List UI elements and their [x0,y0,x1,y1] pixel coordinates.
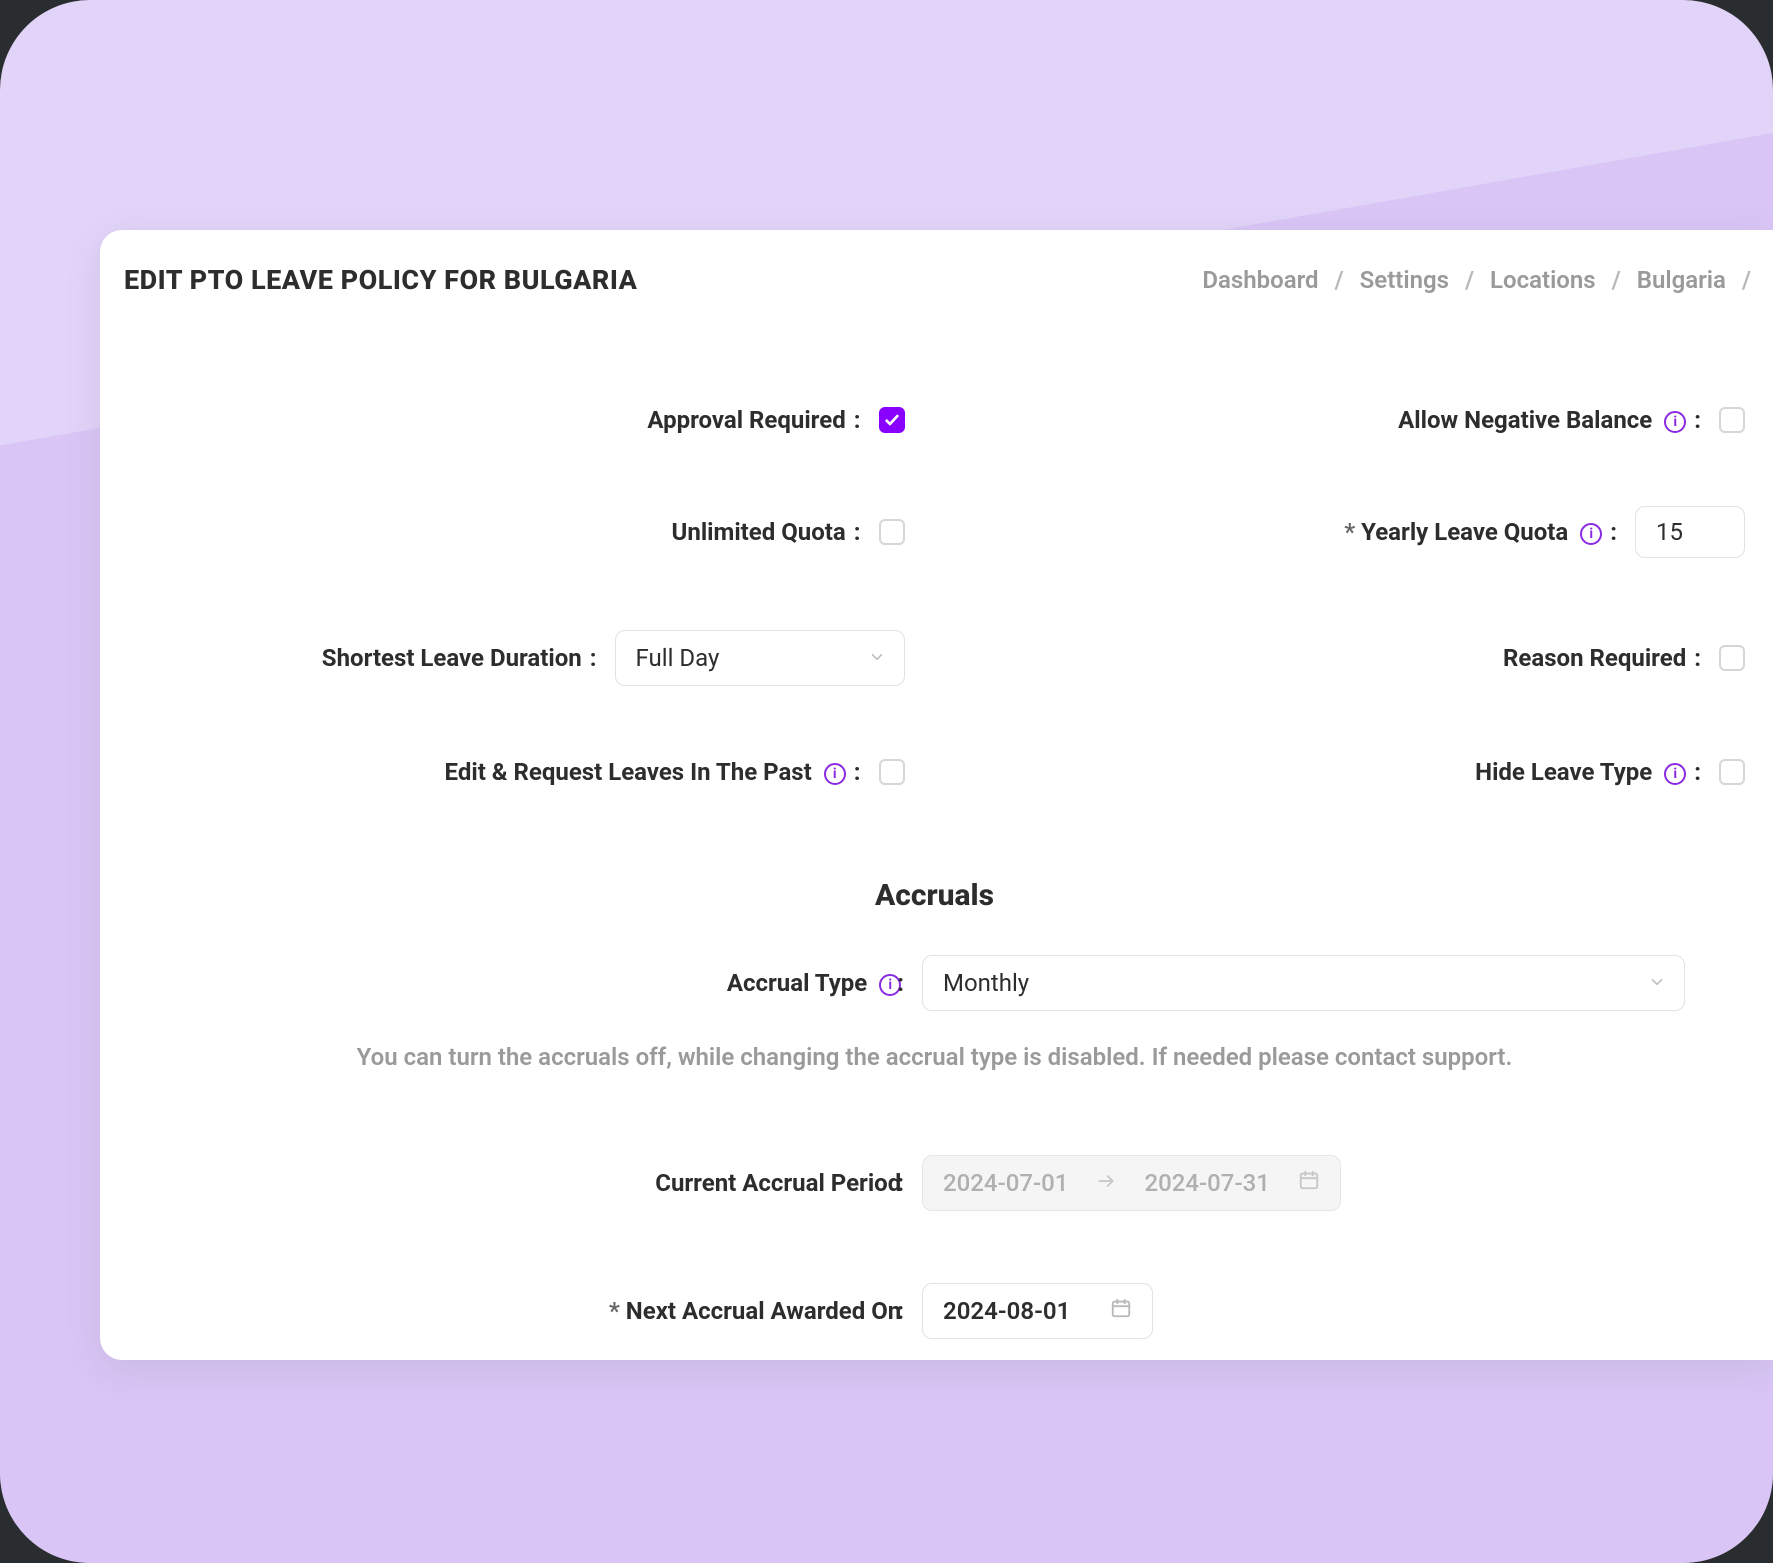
info-icon[interactable]: i [1580,523,1602,545]
policy-card: EDIT PTO LEAVE POLICY FOR BULGARIA Dashb… [100,230,1773,1360]
breadcrumb-item[interactable]: Bulgaria [1637,266,1726,294]
next-accrual-awarded-label: *Next Accrual Awarded On [609,1297,901,1325]
approval-required-label: Approval Required [647,406,845,434]
accrual-type-select[interactable]: Monthly [922,955,1685,1011]
current-accrual-period-range: 2024-07-01 2024-07-31 [922,1155,1341,1211]
allow-negative-balance-checkbox[interactable] [1719,407,1745,433]
accruals-section-title: Accruals [124,878,1745,913]
shortest-leave-duration-select[interactable]: Full Day [615,630,905,686]
breadcrumb-item[interactable]: Settings [1360,266,1449,294]
shortest-leave-duration-label: Shortest Leave Duration [322,644,582,672]
breadcrumb-separator: / [1465,266,1474,294]
breadcrumb-separator: / [1612,266,1621,294]
current-accrual-period-label: Current Accrual Period [655,1169,901,1197]
info-icon[interactable]: i [1664,763,1686,785]
breadcrumb-separator: / [1335,266,1344,294]
breadcrumb-item[interactable]: Locations [1490,266,1596,294]
unlimited-quota-label: Unlimited Quota [672,518,846,546]
info-icon[interactable]: i [1664,411,1686,433]
accrual-period-start: 2024-07-01 [943,1169,1068,1197]
calendar-icon [1110,1297,1132,1325]
allow-negative-balance-label: Allow Negative Balance i [1398,406,1686,434]
edit-request-past-label: Edit & Request Leaves In The Past i [445,758,846,786]
arrow-right-icon [1096,1169,1116,1197]
breadcrumb-item[interactable]: Dashboard [1202,266,1318,294]
info-icon[interactable]: i [824,763,846,785]
accrual-helper-text: You can turn the accruals off, while cha… [124,1043,1745,1083]
yearly-leave-quota-label: *Yearly Leave Quota i [1344,518,1602,546]
next-accrual-awarded-input[interactable]: 2024-08-01 [922,1283,1153,1339]
page-title: EDIT PTO LEAVE POLICY FOR BULGARIA [124,264,637,296]
calendar-icon [1298,1169,1320,1197]
unlimited-quota-checkbox[interactable] [879,519,905,545]
chevron-down-icon [868,644,886,672]
breadcrumb: Dashboard / Settings / Locations / Bulga… [1202,266,1773,294]
edit-request-past-checkbox[interactable] [879,759,905,785]
accrual-period-end: 2024-07-31 [1144,1169,1269,1197]
yearly-leave-quota-input[interactable]: 15 [1635,506,1745,558]
reason-required-checkbox[interactable] [1719,645,1745,671]
breadcrumb-separator: / [1742,266,1751,294]
chevron-down-icon [1648,969,1666,997]
accrual-type-label: Accrual Type i [727,969,901,997]
background-panel: EDIT PTO LEAVE POLICY FOR BULGARIA Dashb… [0,0,1773,1563]
approval-required-checkbox[interactable] [879,407,905,433]
reason-required-label: Reason Required [1503,644,1686,672]
hide-leave-type-checkbox[interactable] [1719,759,1745,785]
hide-leave-type-label: Hide Leave Type i [1475,758,1686,786]
